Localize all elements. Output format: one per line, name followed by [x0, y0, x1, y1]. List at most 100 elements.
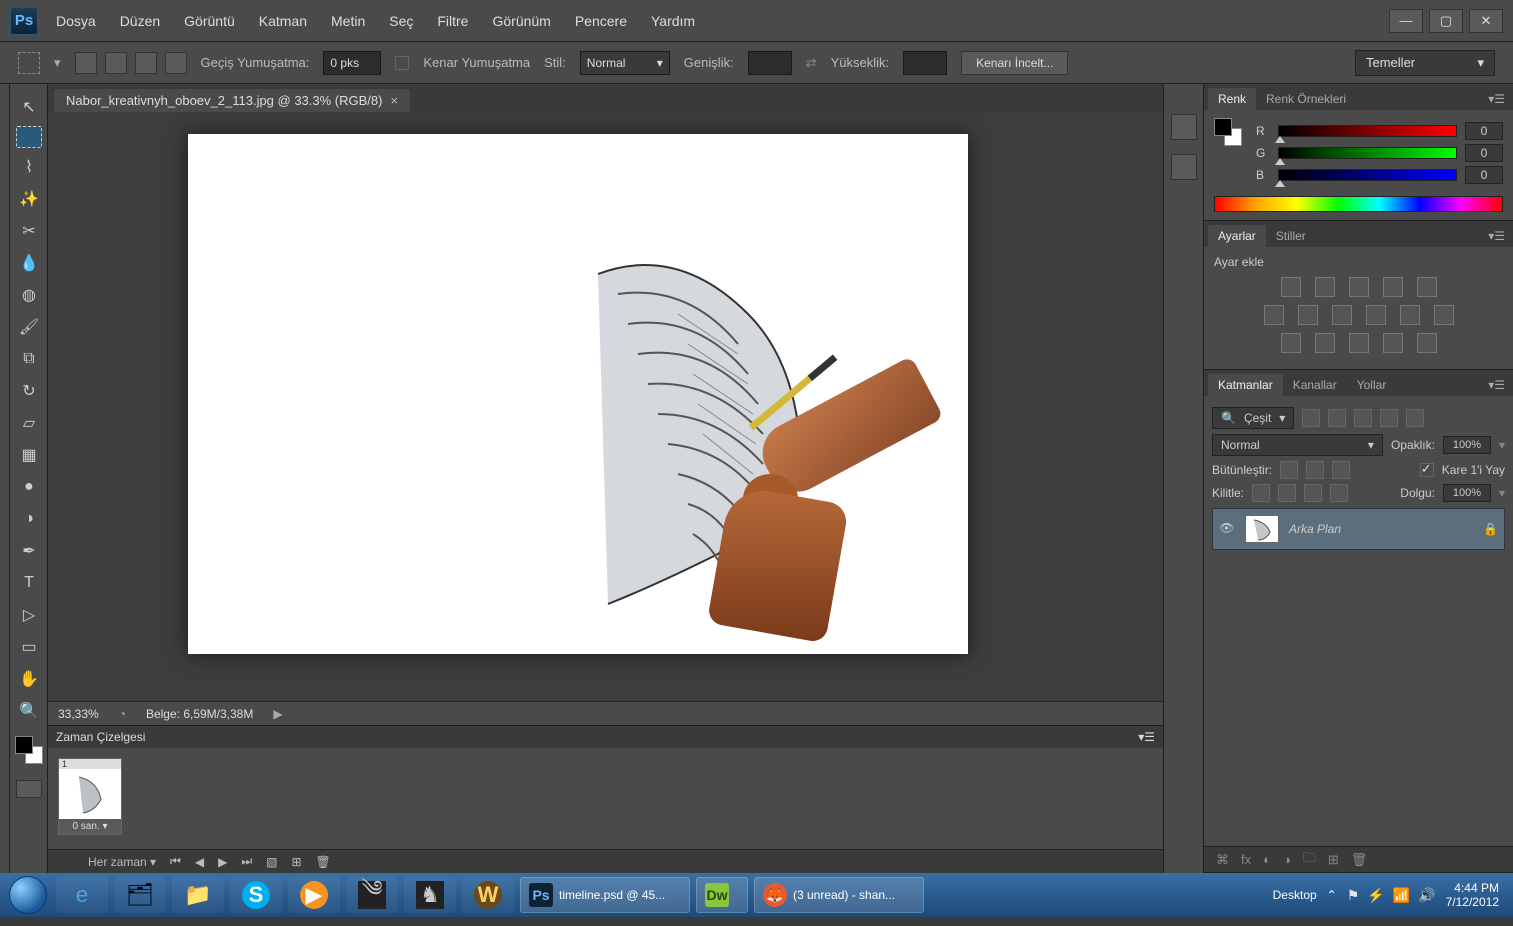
new-frame-icon[interactable]: ⊞ [291, 855, 301, 869]
dropdown-icon[interactable]: ▾ [54, 55, 61, 71]
tray-arrow-icon[interactable]: ⌃ [1327, 888, 1337, 902]
r-slider[interactable] [1278, 125, 1457, 137]
hand-tool[interactable]: ✋ [13, 664, 45, 694]
tween-icon[interactable]: ▧ [266, 855, 277, 869]
foreground-color[interactable] [15, 736, 33, 754]
style-select[interactable]: Normal▾ [580, 51, 670, 75]
g-slider[interactable] [1278, 147, 1457, 159]
gradient-map-icon[interactable] [1383, 333, 1403, 353]
refine-edge-button[interactable]: Kenarı İncelt... [961, 51, 1068, 75]
play-icon[interactable]: ▶ [218, 855, 227, 869]
lock-transparent-icon[interactable] [1252, 484, 1270, 502]
start-button[interactable] [6, 873, 50, 917]
blur-tool[interactable]: ● [13, 472, 45, 502]
b-slider[interactable] [1278, 169, 1457, 181]
selection-intersect-icon[interactable] [165, 52, 187, 74]
opacity-arrow-icon[interactable]: ▾ [1499, 438, 1505, 452]
tab-adjustments[interactable]: Ayarlar [1208, 225, 1266, 247]
brightness-contrast-icon[interactable] [1281, 277, 1301, 297]
menu-file[interactable]: Dosya [56, 13, 96, 29]
canvas-viewport[interactable] [48, 112, 1163, 701]
delete-layer-icon[interactable]: 🗑 [1351, 852, 1368, 868]
spot-heal-tool[interactable]: ◍ [13, 280, 45, 310]
menu-window[interactable]: Pencere [575, 13, 627, 29]
crop-tool[interactable]: ✂ [13, 216, 45, 246]
first-frame-icon[interactable]: ⏮ [170, 854, 181, 869]
layer-item[interactable]: 👁 Arka Plan 🔒 [1212, 508, 1505, 550]
new-group-icon[interactable]: 🗀 [1303, 849, 1316, 871]
menu-edit[interactable]: Düzen [120, 13, 160, 29]
clock[interactable]: 4:44 PM 7/12/2012 [1446, 881, 1507, 909]
magic-wand-tool[interactable]: ✨ [13, 184, 45, 214]
threshold-icon[interactable] [1349, 333, 1369, 353]
posterize-icon[interactable] [1315, 333, 1335, 353]
channel-mixer-icon[interactable] [1400, 305, 1420, 325]
zoom-tool[interactable]: 🔍 [13, 696, 45, 726]
swap-icon[interactable]: ⇄ [806, 55, 817, 71]
antialias-checkbox[interactable] [395, 56, 409, 70]
properties-panel-icon[interactable] [1171, 154, 1197, 180]
next-frame-icon[interactable]: ⏭ [241, 854, 252, 869]
flag-icon[interactable]: ⚑ [1347, 887, 1360, 904]
vibrance-icon[interactable] [1417, 277, 1437, 297]
lasso-tool[interactable]: ⌇ [13, 152, 45, 182]
taskbar-photoshop[interactable]: Ps timeline.psd @ 45... [520, 877, 690, 913]
document-tab[interactable]: Nabor_kreativnyh_oboev_2_113.jpg @ 33.3%… [54, 89, 410, 112]
unify-style-icon[interactable] [1332, 461, 1350, 479]
type-tool[interactable]: T [13, 568, 45, 598]
timeline-frame[interactable]: 1 0 san. ▾ [58, 758, 122, 835]
ie-icon[interactable]: e [56, 877, 108, 913]
exposure-icon[interactable] [1383, 277, 1403, 297]
doc-info-icon[interactable]: ◔ [119, 707, 126, 721]
adjustments-menu-icon[interactable]: ▾☰ [1480, 225, 1513, 247]
fill-input[interactable] [1443, 484, 1491, 502]
network-icon[interactable]: 📶 [1393, 887, 1410, 904]
history-brush-tool[interactable]: ↻ [13, 376, 45, 406]
show-desktop-label[interactable]: Desktop [1273, 888, 1317, 902]
layer-visibility-icon[interactable]: 👁 [1219, 521, 1235, 537]
hue-spectrum[interactable] [1214, 196, 1503, 212]
taskbar-dreamweaver[interactable]: Dw [696, 877, 748, 913]
color-fg-bg[interactable] [1214, 118, 1242, 146]
menu-help[interactable]: Yardım [651, 13, 695, 29]
taskbar-firefox[interactable]: 🦊 (3 unread) - shan... [754, 877, 924, 913]
filter-type-icon[interactable] [1354, 409, 1372, 427]
r-value[interactable]: 0 [1465, 122, 1503, 140]
selection-new-icon[interactable] [75, 52, 97, 74]
wow-icon[interactable]: W [462, 877, 514, 913]
frame-duration[interactable]: 0 san. ▾ [59, 819, 121, 834]
dodge-tool[interactable]: ◑ [13, 504, 45, 534]
layer-fx-icon[interactable]: fx [1241, 852, 1251, 867]
app-icon-a[interactable]: ༄ [346, 877, 398, 913]
tab-swatches[interactable]: Renk Örnekleri [1256, 88, 1356, 110]
levels-icon[interactable] [1315, 277, 1335, 297]
selection-subtract-icon[interactable] [135, 52, 157, 74]
layer-mask-icon[interactable]: ◐ [1263, 852, 1271, 867]
layer-filter-select[interactable]: 🔍 Çeşit ▾ [1212, 407, 1294, 429]
brush-tool[interactable]: 🖌 [13, 312, 45, 342]
menu-filter[interactable]: Filtre [437, 13, 468, 29]
color-balance-icon[interactable] [1298, 305, 1318, 325]
opacity-input[interactable] [1443, 436, 1491, 454]
lock-all-icon[interactable] [1330, 484, 1348, 502]
marquee-tool-icon[interactable] [18, 52, 40, 74]
menu-select[interactable]: Seç [389, 13, 413, 29]
minimize-button[interactable]: — [1389, 9, 1423, 33]
path-select-tool[interactable]: ▷ [13, 600, 45, 630]
history-panel-icon[interactable] [1171, 114, 1197, 140]
feather-input[interactable] [323, 51, 381, 75]
tab-layers[interactable]: Katmanlar [1208, 374, 1283, 396]
skype-icon[interactable]: S [230, 877, 282, 913]
timeline-menu-icon[interactable]: ▾☰ [1138, 730, 1155, 744]
unify-position-icon[interactable] [1280, 461, 1298, 479]
tab-paths[interactable]: Yollar [1347, 374, 1397, 396]
unify-visibility-icon[interactable] [1306, 461, 1324, 479]
g-value[interactable]: 0 [1465, 144, 1503, 162]
color-panel-menu-icon[interactable]: ▾☰ [1480, 88, 1513, 110]
media-player-icon[interactable]: ▶ [288, 877, 340, 913]
app-icon-b[interactable]: ♞ [404, 877, 456, 913]
power-icon[interactable]: ⚡ [1367, 887, 1384, 904]
color-lookup-icon[interactable] [1434, 305, 1454, 325]
eraser-tool[interactable]: ▱ [13, 408, 45, 438]
new-layer-icon[interactable]: ⊞ [1328, 852, 1339, 868]
